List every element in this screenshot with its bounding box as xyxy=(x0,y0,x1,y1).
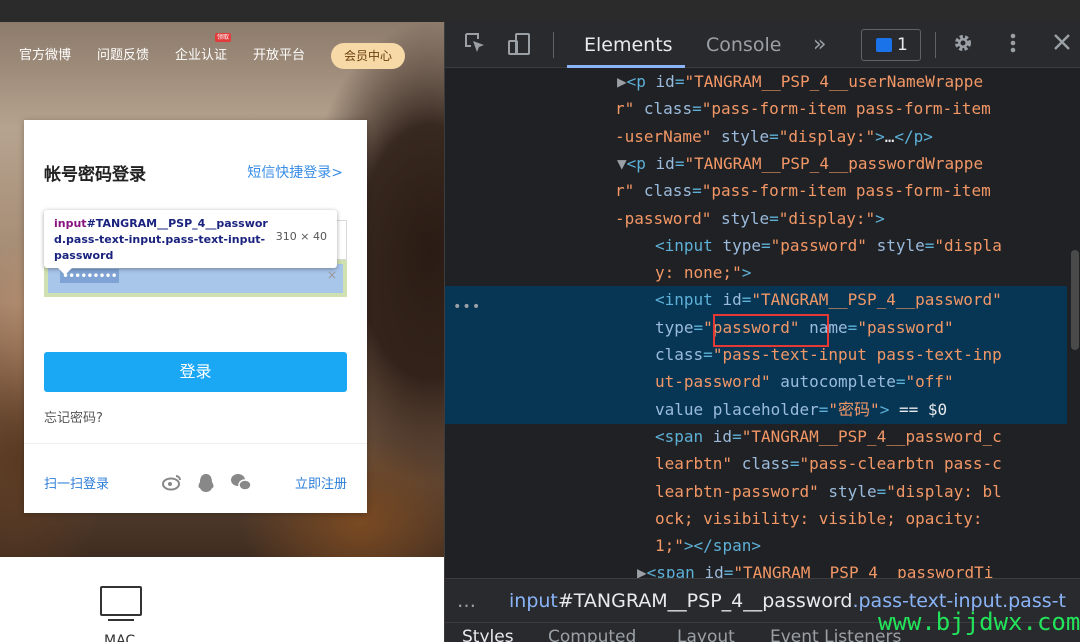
login-title: 帐号密码登录 xyxy=(44,165,146,185)
dom-node-line: -password" style="display:"> xyxy=(615,208,885,228)
nav-enterprise-label: 企业认证 xyxy=(175,48,228,63)
nav-feedback[interactable]: 问题反馈 xyxy=(97,44,149,68)
elements-tree: ••• ▶<p id="TANGRAM__PSP_4__userNameWrap… xyxy=(445,68,1067,598)
qq-icon[interactable] xyxy=(197,473,215,497)
login-button[interactable]: 登录 xyxy=(44,352,347,392)
more-tabs-icon[interactable]: » xyxy=(813,22,826,68)
dom-node-line: learbtn-password" style="display: bl xyxy=(655,481,1002,501)
dom-node-line: 1;"></span> xyxy=(655,536,761,556)
inspect-element-icon[interactable] xyxy=(463,32,487,56)
issues-button[interactable]: 1 xyxy=(861,29,921,61)
tooltip-selector: input#TANGRAM__PSP_4__password.pass-text… xyxy=(54,216,270,264)
dom-node-line[interactable]: <input type="password" style="displa xyxy=(655,232,1067,259)
tooltip-size: 310 × 40 xyxy=(275,230,327,243)
dom-node-line[interactable]: ▼<p id="TANGRAM__PSP_4__passwordWrappe xyxy=(617,150,1067,177)
dom-node-line: ock; visibility: visible; opacity: xyxy=(655,508,983,528)
nav-weibo[interactable]: 官方微博 xyxy=(19,44,71,68)
qr-login-link[interactable]: 扫一扫登录 xyxy=(44,473,109,492)
dom-node-line: y: none;"> xyxy=(655,263,752,283)
scrollbar-thumb[interactable] xyxy=(1071,250,1079,350)
tab-styles[interactable]: Styles xyxy=(462,627,514,642)
toolbar-separator xyxy=(935,32,936,58)
kebab-menu-icon[interactable] xyxy=(1001,32,1025,56)
inspect-tooltip: input#TANGRAM__PSP_4__password.pass-text… xyxy=(44,210,337,275)
close-icon[interactable] xyxy=(1050,32,1074,56)
issues-count: 1 xyxy=(897,35,908,55)
top-chrome-bar xyxy=(0,0,1080,22)
download-area: MAC xyxy=(0,557,444,642)
tooltip-selector-text: #TANGRAM__PSP_4__password.pass-text-inpu… xyxy=(54,217,268,262)
toolbar-separator xyxy=(553,32,554,58)
login-card: 帐号密码登录 短信快捷登录> ••••••••• × 登录 忘记密码? 扫一扫登… xyxy=(24,120,367,513)
card-divider xyxy=(24,443,367,444)
tab-computed[interactable]: Computed xyxy=(548,627,636,642)
dom-node-line-selected[interactable]: <input id="TANGRAM__PSP_4__password" xyxy=(655,286,1067,313)
apple-monitor-icon[interactable] xyxy=(100,586,142,616)
tab-elements[interactable]: Elements xyxy=(584,22,673,68)
message-icon xyxy=(876,38,892,52)
nav-enterprise[interactable]: 企业认证 领取 xyxy=(175,33,232,68)
web-page: 官方微博 问题反馈 企业认证 领取 开放平台 会员中心 帐号密码登录 短信快捷登… xyxy=(0,22,444,642)
selected-marker: == $0 xyxy=(898,399,948,419)
breadcrumb-tag: input xyxy=(509,590,558,612)
nav-open-platform[interactable]: 开放平台 xyxy=(253,44,305,68)
gear-icon[interactable] xyxy=(951,32,975,56)
register-link[interactable]: 立即注册 xyxy=(295,473,347,492)
monitor-stand xyxy=(108,619,134,621)
forgot-password-link[interactable]: 忘记密码? xyxy=(44,407,103,426)
weibo-icon[interactable] xyxy=(162,473,182,495)
breadcrumb-more[interactable]: … xyxy=(457,579,476,622)
dom-node-line[interactable]: ▶<p id="TANGRAM__PSP_4__userNameWrappe xyxy=(617,68,1067,95)
mac-label: MAC xyxy=(104,633,136,642)
dom-node-line[interactable]: <span id="TANGRAM__PSP_4__password_c xyxy=(655,423,1067,450)
tab-console[interactable]: Console xyxy=(706,22,781,68)
devtools-toolbar: Elements Console » 1 xyxy=(445,22,1080,68)
background-photo: 官方微博 问题反馈 企业认证 领取 开放平台 会员中心 帐号密码登录 短信快捷登… xyxy=(0,22,444,557)
breadcrumb-id: #TANGRAM__PSP_4__password xyxy=(557,590,853,612)
sms-login-link[interactable]: 短信快捷登录> xyxy=(247,162,343,182)
watermark: www.bjjdwx.com xyxy=(878,608,1080,636)
node-actions-dots[interactable]: ••• xyxy=(453,294,481,321)
dom-node-line: r" class="pass-form-item pass-form-item xyxy=(615,99,991,119)
password-field-inner: ••••••••• × xyxy=(48,264,343,293)
clear-icon[interactable]: × xyxy=(327,268,337,282)
highlight-box xyxy=(713,314,829,347)
dom-node-line-selected: ut-password" autocomplete="off" xyxy=(655,372,954,392)
device-toggle-icon[interactable] xyxy=(507,32,531,56)
tooltip-tag: input xyxy=(54,217,87,230)
wechat-icon[interactable] xyxy=(230,473,252,495)
nav-badge: 领取 xyxy=(215,33,232,42)
member-center-button[interactable]: 会员中心 xyxy=(331,43,405,69)
tab-layout[interactable]: Layout xyxy=(677,627,735,642)
devtools-panel: Elements Console » 1 ••• ▶<p id="TANGRAM… xyxy=(444,22,1080,642)
dom-node-line-selected: value placeholder="密码"> == $0 xyxy=(655,399,948,419)
dom-node-line: r" class="pass-form-item pass-form-item xyxy=(615,181,991,201)
dom-node-line: learbtn" class="pass-clearbtn pass-c xyxy=(655,454,1002,474)
dom-node-line: -userName" style="display:">…</p> xyxy=(615,126,933,146)
